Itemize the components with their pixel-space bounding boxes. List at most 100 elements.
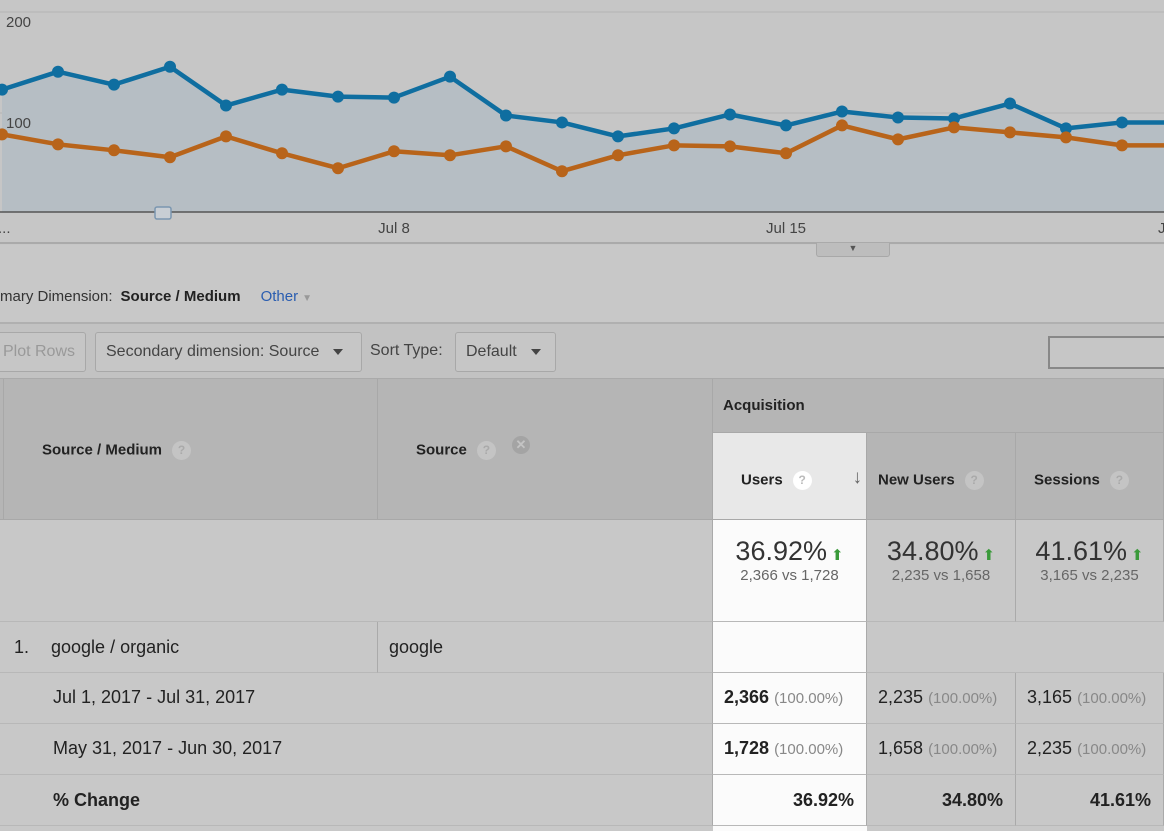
data-point — [500, 109, 512, 122]
header-source-medium[interactable]: Source / Medium? — [4, 379, 378, 520]
data-point — [668, 139, 680, 152]
data-point — [332, 90, 344, 103]
data-point — [1116, 139, 1128, 152]
metric-previous: 2,235 (100.00%) — [1016, 724, 1164, 775]
metric-percent: (100.00%) — [1077, 741, 1147, 758]
data-point — [668, 122, 680, 135]
metric-change: 41.61% — [1016, 775, 1164, 826]
data-point — [612, 149, 624, 162]
data-point — [52, 65, 64, 78]
metric-value: 1,658 — [878, 738, 924, 758]
data-point — [220, 99, 232, 112]
help-icon[interactable]: ? — [964, 471, 984, 490]
data-point — [500, 140, 512, 153]
data-point — [612, 130, 624, 143]
help-icon[interactable]: ? — [1109, 471, 1129, 490]
row-source-medium[interactable]: 1. google / organic — [0, 622, 378, 673]
sort-type-label: Sort Type: — [370, 342, 443, 359]
sort-type-value: Default — [466, 343, 517, 360]
header-label: Source — [416, 441, 467, 459]
data-point — [1004, 126, 1016, 139]
header-label: Source / Medium — [42, 441, 163, 459]
data-point — [52, 138, 64, 151]
header-label: Sessions — [1034, 471, 1100, 489]
data-point — [388, 145, 400, 158]
arrow-up-icon: ⬆ — [982, 547, 996, 564]
metric-previous: 1,728 (100.00%) — [713, 724, 867, 775]
data-point — [836, 105, 848, 118]
data-point — [1116, 116, 1128, 129]
annotation-icon[interactable] — [154, 206, 172, 220]
help-icon[interactable]: ? — [476, 441, 496, 460]
arrow-up-icon: ⬆ — [831, 547, 844, 564]
plot-rows-button[interactable]: Plot Rows — [0, 332, 86, 372]
table-search-input[interactable] — [1048, 336, 1164, 369]
metric-current: 2,366 (100.00%) — [713, 673, 867, 724]
remove-dimension-icon[interactable]: ✕ — [512, 436, 530, 454]
total-comparison: 3,165 vs 2,235 — [1040, 567, 1139, 584]
data-point — [276, 83, 288, 96]
metric-value: 2,366 — [724, 687, 770, 707]
data-point — [164, 60, 176, 73]
row-metrics-empty — [867, 622, 1164, 673]
data-point — [556, 116, 568, 129]
metric-change: 34.80% — [867, 775, 1016, 826]
data-point — [444, 70, 456, 83]
y-tick-label: 100 — [6, 115, 31, 132]
percent-change-label: % Change — [0, 775, 713, 826]
row-index: 1. — [14, 637, 30, 657]
data-point — [164, 151, 176, 164]
metric-value: 1,728 — [724, 738, 770, 758]
data-point — [556, 165, 568, 178]
row-source-medium-value[interactable]: google / organic — [51, 637, 179, 657]
metric-percent: (100.00%) — [928, 741, 998, 758]
sort-type-dropdown[interactable]: Default — [455, 332, 556, 372]
header-users[interactable]: Users? ↓ — [713, 433, 867, 520]
chevron-down-icon — [333, 348, 344, 355]
data-point — [780, 119, 792, 132]
metric-previous: 1,658 (100.00%) — [867, 724, 1016, 775]
date-range-previous: May 31, 2017 - Jun 30, 2017 — [0, 724, 713, 775]
header-sessions[interactable]: Sessions? — [1016, 433, 1164, 520]
metric-value: 2,235 — [878, 687, 924, 707]
metric-percent: (100.00%) — [774, 690, 844, 707]
chevron-down-icon: ▼ — [302, 293, 312, 304]
data-point — [892, 111, 904, 124]
sort-descending-icon: ↓ — [852, 467, 863, 488]
metric-current: 3,165 (100.00%) — [1016, 673, 1164, 724]
help-icon[interactable]: ? — [172, 441, 192, 460]
total-0: 36.92% ⬆ 2,366 vs 1,728 — [713, 520, 867, 622]
data-point — [836, 119, 848, 132]
primary-dimension-other[interactable]: Other — [261, 288, 299, 305]
data-point — [780, 147, 792, 160]
totals-row-label — [0, 520, 713, 622]
metric-value: 3,165 — [1027, 687, 1073, 707]
data-point — [108, 144, 120, 157]
x-tick-label: ... — [0, 220, 11, 237]
help-icon[interactable]: ? — [792, 471, 812, 490]
metric-percent: (100.00%) — [928, 690, 998, 707]
line-chart: 200 100... Jul 8 Jul 15 J — [0, 0, 1164, 245]
header-new-users[interactable]: New Users? — [867, 433, 1016, 520]
header-label: Users — [741, 471, 783, 489]
x-tick-label: Jul 8 — [378, 220, 410, 237]
data-point — [724, 108, 736, 121]
primary-dimension-source-medium[interactable]: Source / Medium — [121, 288, 241, 305]
metric-change: 36.92% — [713, 775, 867, 826]
users-column-highlight — [713, 826, 867, 831]
total-percent-change: 41.61% — [1035, 536, 1127, 566]
row-users-empty — [713, 622, 867, 673]
chart-drawer-toggle[interactable]: ▼ — [816, 243, 890, 257]
metric-percent: (100.00%) — [774, 741, 844, 758]
chevron-down-icon — [530, 348, 541, 355]
primary-dimension-label: mary Dimension: — [0, 288, 113, 305]
total-comparison: 2,235 vs 1,658 — [891, 567, 991, 584]
total-percent-change: 34.80% — [886, 536, 979, 566]
table-toolbar: Plot Rows Secondary dimension: Source So… — [0, 323, 1164, 379]
secondary-dimension-dropdown[interactable]: Secondary dimension: Source — [95, 332, 362, 372]
primary-dimension-bar: mary Dimension: Source / Medium Other ▼ — [0, 288, 312, 305]
x-tick-label: Jul 15 — [766, 220, 806, 237]
data-point — [388, 91, 400, 104]
total-percent-change: 36.92% — [735, 536, 827, 566]
header-source[interactable]: Source? ✕ — [378, 379, 713, 520]
